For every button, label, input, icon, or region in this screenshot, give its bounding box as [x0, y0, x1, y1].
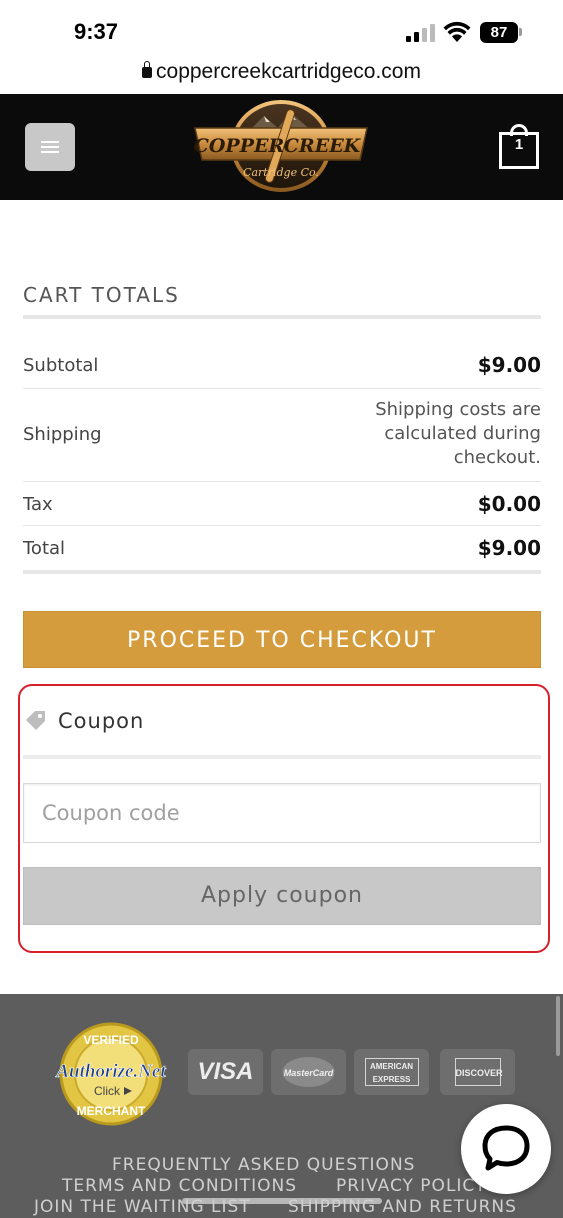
subtotal-row: Subtotal $9.00 — [23, 343, 541, 389]
chat-bubble-icon — [482, 1125, 530, 1171]
mastercard-logo: MasterCard — [282, 1057, 335, 1087]
shipping-note-line: Shipping costs are — [375, 399, 541, 420]
tax-row: Tax $0.00 — [23, 482, 541, 526]
amex-card-text: AMERICAN EXPRESS — [364, 1058, 419, 1086]
cart-totals-title: CART TOTALS — [23, 283, 180, 307]
svg-text:COPPER: COPPER — [194, 135, 285, 157]
logo-subtitle: Cartridge Co. — [243, 166, 319, 179]
coupon-heading: Coupon — [58, 709, 145, 733]
visa-card-text: VISA — [197, 1058, 254, 1085]
shipping-row: Shipping Shipping costs are calculated d… — [23, 389, 541, 482]
divider — [23, 570, 541, 574]
proceed-to-checkout-button[interactable]: PROCEED TO CHECKOUT — [23, 611, 541, 668]
lock-icon — [142, 61, 153, 78]
status-bar: 9:37 87 — [0, 0, 563, 60]
coupon-code-input[interactable] — [23, 783, 541, 843]
divider — [23, 315, 541, 319]
tax-label: Tax — [23, 494, 53, 515]
chat-button[interactable] — [461, 1104, 551, 1194]
shipping-note: Shipping costs are calculated during che… — [351, 398, 541, 470]
discover-card-text: DISCOVER — [454, 1058, 503, 1086]
seal-brand-text: Authorize.Net — [55, 1061, 166, 1082]
svg-text:CREEK: CREEK — [284, 135, 362, 157]
url-text: coppercreekcartridgeco.com — [156, 60, 421, 83]
cart-button[interactable]: 1 — [499, 124, 539, 169]
total-label: Total — [23, 538, 66, 559]
address-bar[interactable]: coppercreekcartridgeco.com — [0, 60, 563, 94]
shipping-note-line: calculated during — [384, 423, 541, 444]
copper-creek-logo[interactable]: COPPER CREEK Cartridge Co. — [192, 98, 370, 194]
tag-icon — [26, 711, 45, 730]
scrollbar[interactable] — [556, 996, 560, 1056]
menu-button[interactable] — [25, 123, 75, 171]
cart-count: 1 — [514, 136, 524, 153]
shipping-label: Shipping — [23, 424, 102, 445]
battery-tip — [519, 28, 522, 36]
total-row: Total $9.00 — [23, 526, 541, 570]
seal-click-text: Click — [94, 1084, 121, 1098]
battery-icon: 87 — [480, 22, 518, 43]
subtotal-value: $9.00 — [477, 353, 541, 377]
faq-link[interactable]: FREQUENTLY ASKED QUESTIONS — [112, 1155, 415, 1175]
seal-merchant-text: MERCHANT — [77, 1104, 146, 1118]
visa-card-icon: VISA — [188, 1049, 263, 1095]
mastercard-icon: MasterCard — [271, 1049, 346, 1095]
cellular-signal-icon — [406, 24, 436, 42]
terms-link[interactable]: TERMS AND CONDITIONS — [62, 1176, 297, 1196]
divider — [23, 755, 541, 759]
american-express-card-icon: AMERICAN EXPRESS — [354, 1049, 429, 1095]
apply-coupon-button[interactable]: Apply coupon — [23, 867, 541, 925]
status-time: 9:37 — [74, 19, 119, 44]
mastercard-text: MasterCard — [284, 1068, 334, 1078]
total-value: $9.00 — [477, 536, 541, 560]
shipping-note-line: checkout. — [453, 447, 541, 468]
discover-card-icon: DISCOVER — [440, 1049, 515, 1095]
subtotal-label: Subtotal — [23, 355, 99, 376]
hamburger-icon — [41, 141, 59, 153]
tax-value: $0.00 — [477, 492, 541, 516]
home-indicator — [182, 1198, 382, 1204]
authorize-net-verified-merchant-seal[interactable]: VERIFIED Authorize.Net Click MERCHANT — [44, 1022, 178, 1126]
seal-verified-text: VERIFIED — [83, 1033, 139, 1047]
site-header: COPPER CREEK Cartridge Co. 1 — [0, 94, 563, 200]
wifi-icon — [443, 21, 471, 42]
